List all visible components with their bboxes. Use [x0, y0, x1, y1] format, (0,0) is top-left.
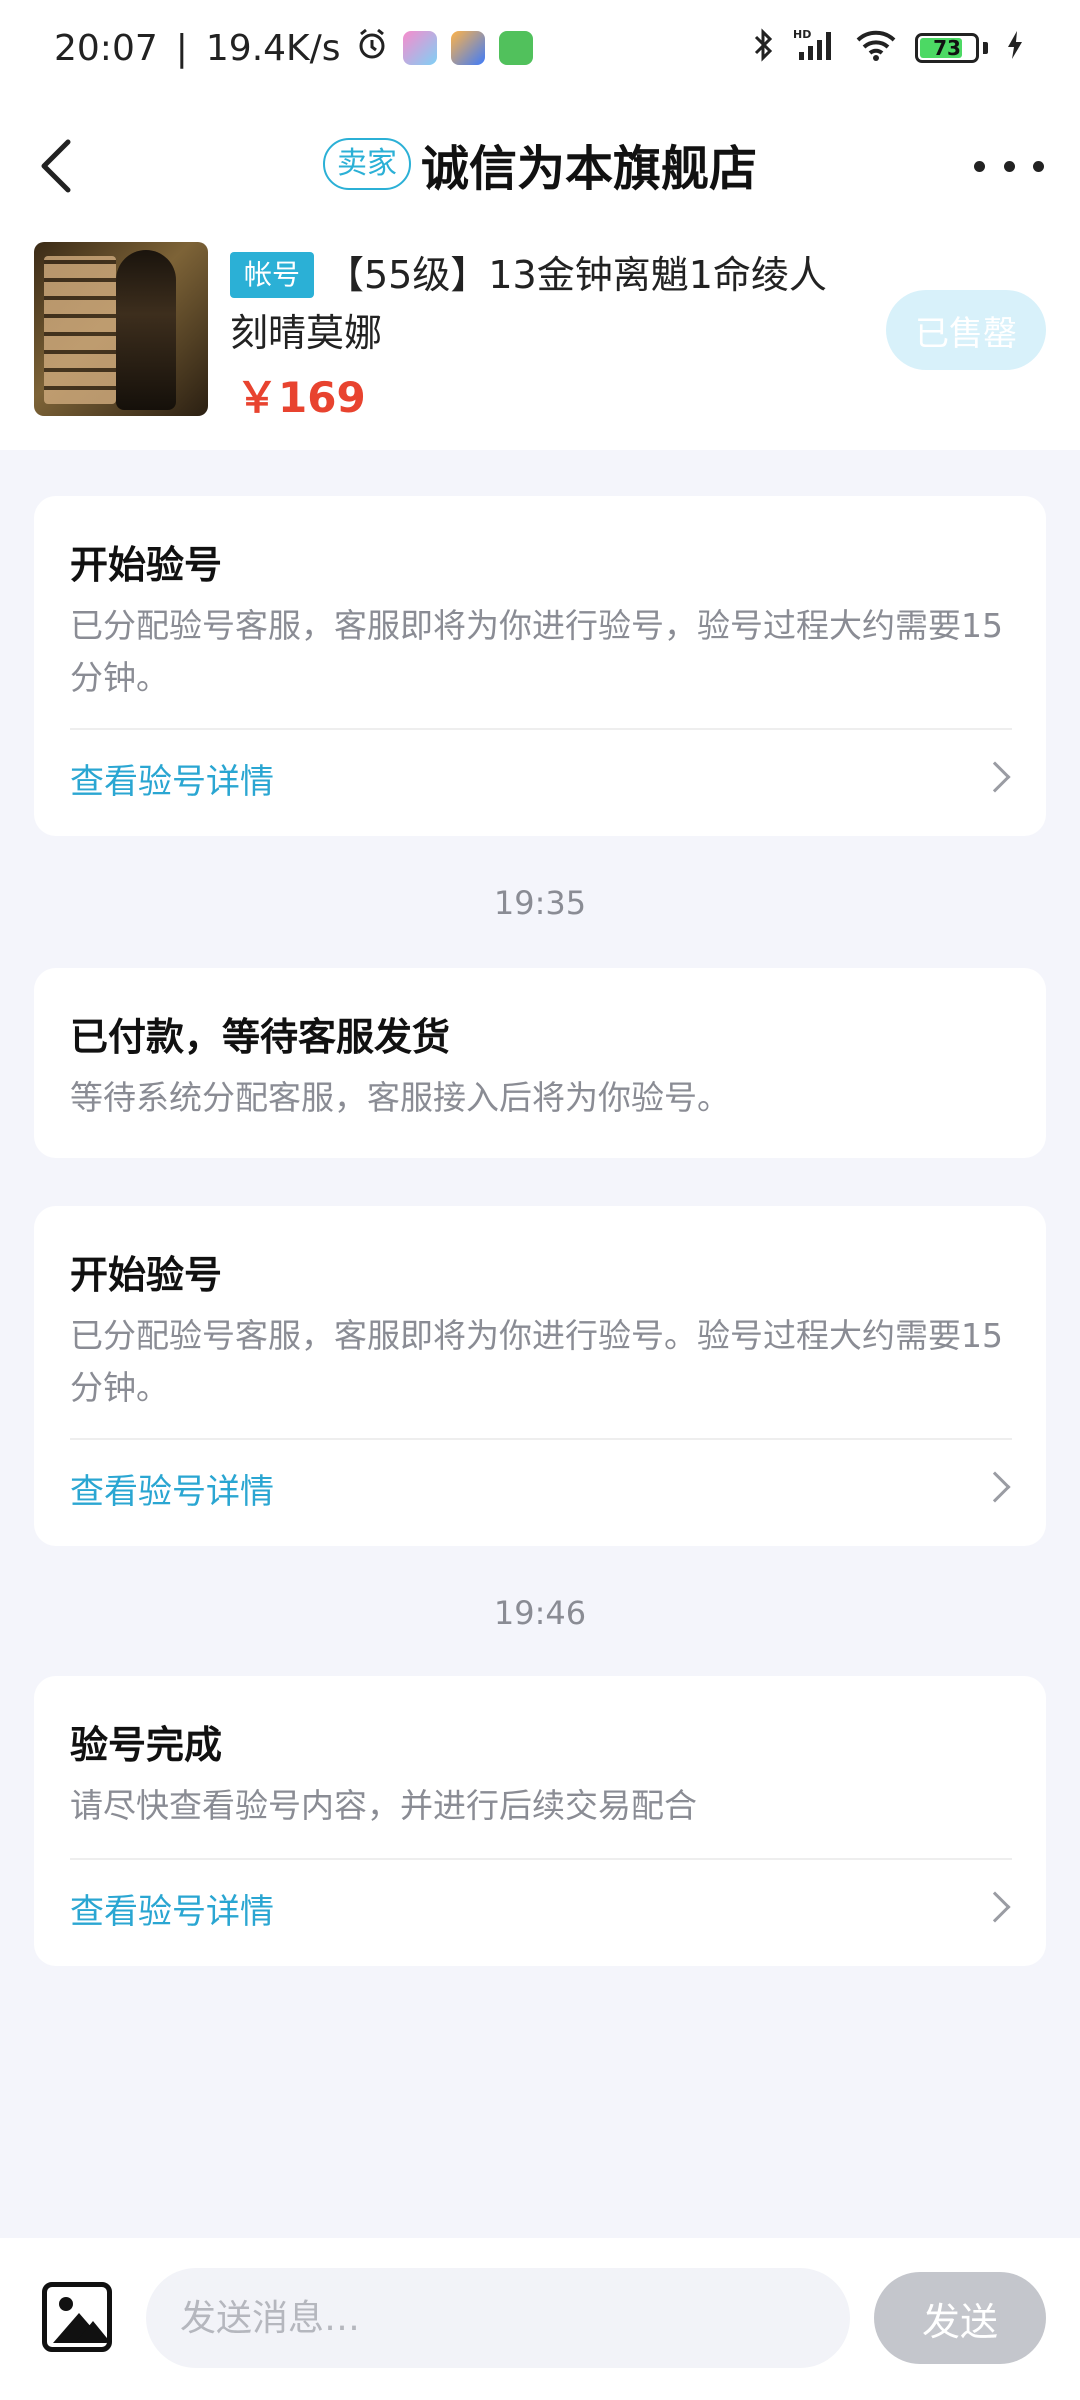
message-card: 验号完成 请尽快查看验号内容，并进行后续交易配合 查看验号详情 [34, 1676, 1046, 1966]
message-card: 开始验号 已分配验号客服，客服即将为你进行验号。验号过程大约需要15分钟。 查看… [34, 1206, 1046, 1546]
message-input-bar: 发送 [0, 2238, 1080, 2400]
back-button[interactable] [30, 138, 86, 194]
chevron-right-icon [979, 761, 1011, 793]
view-inspection-link[interactable]: 查看验号详情 [70, 754, 274, 803]
message-title: 开始验号 [70, 1253, 223, 1297]
status-left: 20:07 | 19.4K/s [54, 27, 533, 70]
thumbnail-character-figure [116, 250, 176, 410]
product-card[interactable]: 【55级】13金钟离魈1命绫人刻晴莫娜 帐号 ￥169 已售罄 [0, 232, 1080, 450]
message-desc: 已分配验号客服，客服即将为你进行验号。验号过程大约需要15分钟。 [70, 1316, 1003, 1407]
account-tag: 帐号 [230, 252, 315, 298]
battery-tip [983, 42, 988, 54]
status-network-speed: 19.4K/s [205, 27, 341, 69]
message-desc: 已分配验号客服，客服即将为你进行验号，验号过程大约需要15分钟。 [70, 606, 1003, 697]
chat-header: 卖家 诚信为本旗舰店 [0, 96, 1080, 232]
svg-text:HD: HD [793, 28, 811, 41]
message-title: 已付款，等待客服发货 [70, 1015, 451, 1059]
bluetooth-icon [753, 27, 775, 69]
card-divider [70, 728, 1012, 730]
send-button[interactable]: 发送 [874, 2272, 1046, 2364]
more-dot [1003, 160, 1015, 172]
wifi-icon [855, 28, 897, 69]
view-inspection-link[interactable]: 查看验号详情 [70, 1884, 274, 1933]
message-card: 已付款，等待客服发货 等待系统分配客服，客服接入后将为你验号。 [34, 968, 1046, 1158]
card-divider [70, 1858, 1012, 1860]
message-card: 开始验号 已分配验号客服，客服即将为你进行验号，验号过程大约需要15分钟。 查看… [34, 496, 1046, 836]
chevron-left-icon [41, 139, 71, 193]
product-price: ￥169 [236, 373, 366, 422]
chevron-right-icon [979, 1471, 1011, 1503]
more-dot [1033, 160, 1044, 172]
message-desc: 请尽快查看验号内容，并进行后续交易配合 [70, 1786, 697, 1825]
seller-badge: 卖家 [322, 138, 411, 190]
product-thumbnail [34, 242, 208, 416]
alarm-icon [355, 27, 389, 70]
thumbnail-character-grid [44, 256, 116, 404]
charge-app-icon [498, 31, 533, 65]
status-right: HD 73 [753, 28, 1024, 69]
image-picker-icon[interactable] [42, 2282, 112, 2352]
status-bar: 20:07 | 19.4K/s HD 73 [0, 0, 1080, 96]
status-time: 20:07 [54, 27, 158, 69]
status-separator: | [175, 27, 188, 69]
chevron-right-icon [979, 1891, 1011, 1923]
more-dot [974, 160, 985, 172]
message-desc: 等待系统分配客服，客服接入后将为你验号。 [70, 1078, 730, 1117]
browser-app-icon [450, 31, 485, 65]
sold-out-button[interactable]: 已售罄 [886, 290, 1046, 370]
shop-title: 诚信为本旗舰店 [420, 141, 757, 197]
more-options-button[interactable] [974, 144, 1044, 188]
shop-title-wrap: 卖家 诚信为本旗舰店 [322, 129, 757, 199]
product-name: 【55级】13金钟离魈1命绫人刻晴莫娜 [230, 253, 827, 355]
card-divider [70, 1438, 1012, 1440]
timestamp: 19:35 [493, 884, 587, 922]
chat-screen: 20:07 | 19.4K/s HD 73 卖家 诚信为本旗舰店 【55级】13… [0, 0, 1080, 2400]
view-inspection-link[interactable]: 查看验号详情 [70, 1464, 274, 1513]
image-sun [59, 2297, 73, 2311]
image-mountain [75, 2321, 107, 2343]
message-title: 验号完成 [70, 1723, 223, 1767]
signal-icon: HD [793, 28, 837, 69]
battery-icon: 73 [915, 33, 979, 63]
charging-icon [1006, 30, 1024, 67]
message-input[interactable] [146, 2268, 850, 2368]
timestamp: 19:46 [493, 1594, 587, 1632]
battery-level: 73 [933, 36, 961, 60]
game-app-icon [402, 31, 437, 65]
message-title: 开始验号 [70, 543, 223, 587]
